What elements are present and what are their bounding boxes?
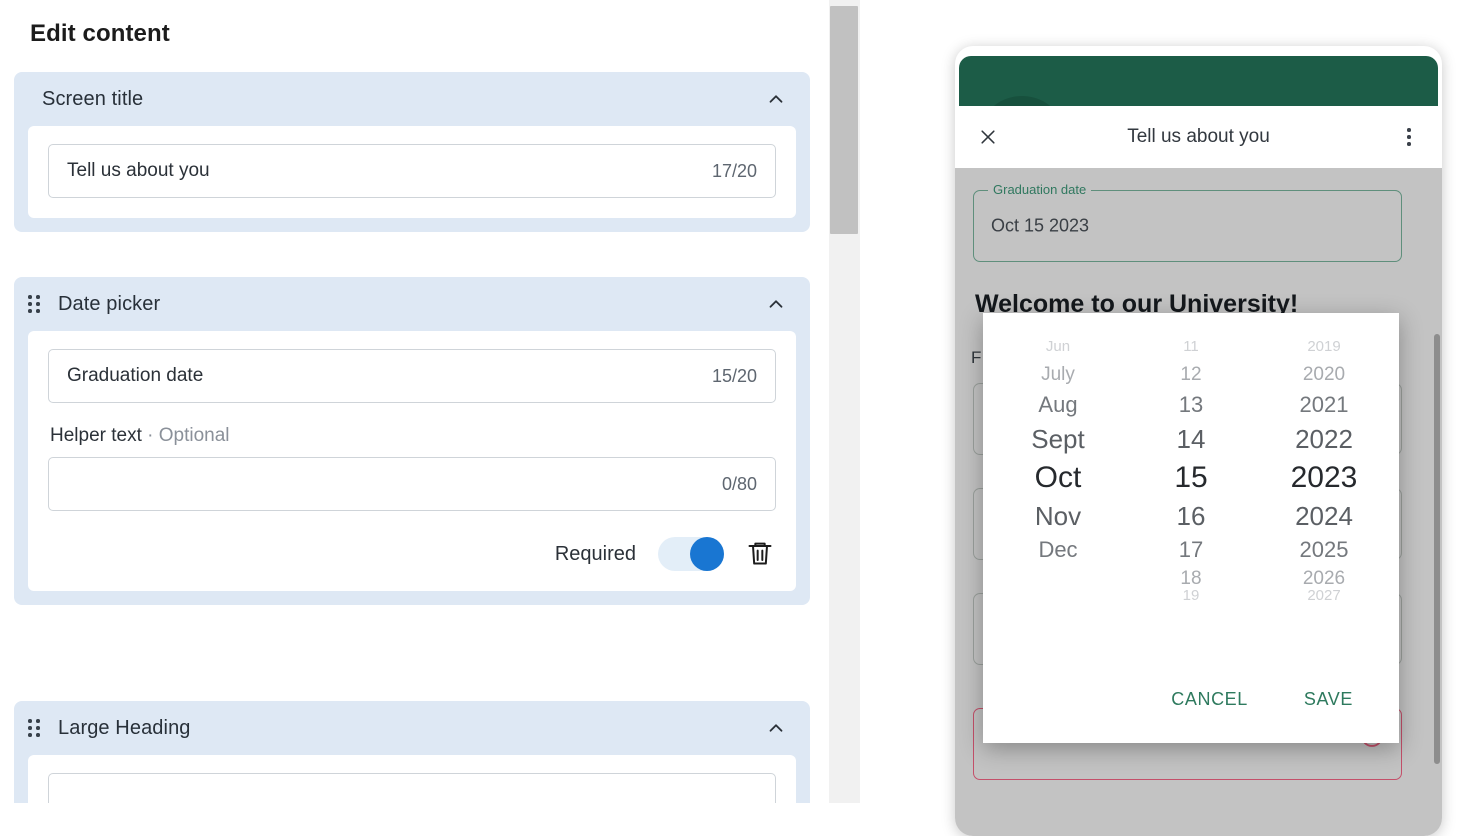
helper-text-optional: · Optional	[147, 425, 230, 446]
year-option[interactable]: 2020	[1268, 365, 1380, 384]
helper-text-label: Helper text · Optional	[50, 425, 776, 447]
card-screen-title-body: Tell us about you 17/20	[28, 126, 796, 218]
date-picker-actions: Required	[48, 537, 776, 571]
graduation-date-field[interactable]: Graduation date Oct 15 2023	[973, 182, 1402, 262]
year-option[interactable]: 2025	[1268, 539, 1380, 561]
card-large-heading-label: Large Heading	[58, 716, 191, 739]
year-wheel[interactable]: 2019 2020 2021 2022 2023 2024 2025 2026 2027	[1268, 339, 1380, 649]
year-option[interactable]: 2023	[1268, 463, 1380, 493]
day-option[interactable]: 18	[1156, 569, 1226, 588]
card-large-heading: Large Heading	[14, 701, 810, 803]
chevron-up-icon[interactable]	[764, 292, 788, 316]
day-option[interactable]: 15	[1156, 463, 1226, 493]
more-vertical-icon[interactable]	[1394, 122, 1424, 152]
card-date-picker-header[interactable]: Date picker	[14, 277, 810, 331]
screen-title-char-count: 17/20	[711, 160, 757, 181]
year-option[interactable]: 2019	[1268, 339, 1380, 357]
page-scrollbar-thumb[interactable]	[830, 6, 858, 234]
month-option[interactable]: Sept	[1002, 426, 1114, 452]
app-bar-title: Tell us about you	[1127, 126, 1270, 147]
month-option[interactable]: Dec	[1002, 539, 1114, 561]
card-date-picker-body: Graduation date 15/20 Helper text · Opti…	[28, 331, 796, 591]
date-picker-label-value: Graduation date	[67, 365, 204, 386]
graduation-date-value: Oct 15 2023	[991, 215, 1090, 236]
date-picker-label-count: 15/20	[711, 365, 757, 386]
app-bar: Tell us about you	[955, 106, 1442, 168]
month-option[interactable]: Nov	[1002, 503, 1114, 529]
phone-scrollbar-thumb[interactable]	[1434, 334, 1440, 764]
year-option[interactable]: 2024	[1268, 503, 1380, 529]
card-date-picker: Date picker Graduation date 15/20 Helper…	[14, 277, 810, 605]
card-large-heading-header[interactable]: Large Heading	[14, 701, 810, 755]
card-large-heading-body	[28, 755, 796, 803]
helper-text-label-main: Helper text	[50, 425, 142, 446]
card-screen-title: Screen title Tell us about you 17/20	[14, 72, 810, 232]
date-picker-label-input[interactable]: Graduation date 15/20	[48, 349, 776, 403]
month-option[interactable]: Aug	[1002, 394, 1114, 416]
month-option[interactable]: July	[1002, 365, 1114, 384]
close-icon[interactable]	[973, 122, 1003, 152]
required-toggle-knob	[690, 537, 724, 571]
save-button[interactable]: SAVE	[1298, 688, 1359, 711]
day-wheel[interactable]: 11 12 13 14 15 16 17 18 19	[1156, 339, 1226, 649]
month-option[interactable]: Oct	[1002, 463, 1114, 493]
day-option[interactable]: 16	[1156, 503, 1226, 529]
helper-text-input[interactable]: 0/80	[48, 457, 776, 511]
page-title: Edit content	[30, 20, 170, 47]
preview-subtext: F	[971, 348, 982, 367]
required-label: Required	[554, 542, 636, 565]
day-option[interactable]: 14	[1156, 426, 1226, 452]
card-date-picker-label: Date picker	[58, 292, 161, 315]
day-option[interactable]: 11	[1156, 339, 1226, 357]
year-option[interactable]: 2027	[1268, 588, 1380, 606]
helper-text-char-count: 0/80	[721, 473, 757, 494]
graduation-date-legend: Graduation date	[988, 182, 1092, 197]
day-option[interactable]: 17	[1156, 539, 1226, 561]
card-screen-title-label: Screen title	[42, 87, 144, 110]
date-wheels: Jun July Aug Sept Oct Nov Dec 11 12 13 14 15 16 17 18…	[983, 339, 1399, 649]
drag-handle-icon[interactable]	[28, 718, 42, 738]
month-wheel[interactable]: Jun July Aug Sept Oct Nov Dec	[1002, 339, 1114, 649]
month-option[interactable]: Jun	[1002, 339, 1114, 357]
large-heading-input[interactable]	[48, 773, 776, 803]
day-option[interactable]: 13	[1156, 394, 1226, 416]
day-option[interactable]: 19	[1156, 588, 1226, 606]
screen-title-input-value: Tell us about you	[67, 160, 210, 181]
year-option[interactable]: 2026	[1268, 569, 1380, 588]
trash-icon[interactable]	[746, 538, 776, 570]
year-option[interactable]: 2021	[1268, 394, 1380, 416]
edit-content-panel: Edit content Screen title Tell us about …	[0, 0, 830, 803]
card-screen-title-header[interactable]: Screen title	[14, 72, 810, 126]
screen-title-input[interactable]: Tell us about you 17/20	[48, 144, 776, 198]
day-option[interactable]: 12	[1156, 365, 1226, 384]
chevron-up-icon[interactable]	[764, 716, 788, 740]
chevron-up-icon[interactable]	[764, 87, 788, 111]
required-toggle[interactable]	[658, 537, 724, 571]
drag-handle-icon[interactable]	[28, 294, 42, 314]
dialog-actions: CANCEL SAVE	[983, 681, 1399, 717]
cancel-button[interactable]: CANCEL	[1165, 688, 1254, 711]
date-picker-dialog: Jun July Aug Sept Oct Nov Dec 11 12 13 14 15 16 17 18…	[983, 313, 1399, 743]
year-option[interactable]: 2022	[1268, 426, 1380, 452]
